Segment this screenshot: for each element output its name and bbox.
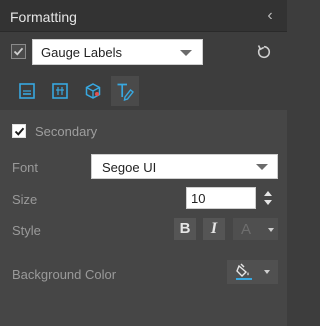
spin-down-icon[interactable] (264, 200, 272, 205)
chevron-down-icon (264, 270, 270, 274)
panel-header: Formatting ‹ (0, 0, 287, 32)
secondary-checkbox[interactable] (12, 124, 26, 138)
check-icon (14, 127, 25, 136)
chevron-left-icon[interactable]: ‹ (262, 7, 278, 25)
font-color-button[interactable]: A (233, 218, 278, 240)
italic-button[interactable]: I (203, 218, 225, 240)
font-select[interactable]: Segoe UI (91, 154, 278, 179)
chevron-down-icon (256, 164, 268, 170)
size-stepper[interactable] (260, 187, 278, 209)
label-center-icon (52, 83, 68, 99)
tab-label-bottom[interactable] (13, 76, 41, 106)
paint-bucket-icon (236, 263, 252, 280)
reset-icon[interactable] (256, 44, 272, 60)
chevron-down-icon (268, 228, 274, 232)
font-label: Font (12, 160, 39, 175)
tab-text-style[interactable] (111, 76, 139, 106)
element-select[interactable]: Gauge Labels (32, 39, 203, 65)
text-settings-panel: Secondary Font Segoe UI Size Style B I A… (0, 110, 287, 326)
cube-icon (85, 83, 101, 99)
secondary-label: Secondary (35, 124, 98, 139)
label-bottom-icon (19, 83, 35, 99)
check-icon (13, 47, 24, 56)
size-label: Size (12, 192, 38, 207)
style-label: Style (12, 223, 41, 238)
enable-checkbox[interactable] (11, 44, 26, 59)
formatting-tabs (0, 72, 287, 110)
spin-up-icon[interactable] (264, 191, 272, 196)
background-color-button[interactable] (227, 260, 278, 284)
font-color-letter: A (241, 221, 252, 238)
panel-title: Formatting (10, 9, 77, 25)
background-color-label: Background Color (12, 267, 117, 282)
size-input[interactable] (186, 187, 256, 209)
text-style-icon (117, 83, 134, 102)
bold-button[interactable]: B (174, 218, 196, 240)
element-row: Gauge Labels (0, 32, 287, 72)
tab-label-center[interactable] (46, 76, 74, 106)
tab-3d[interactable] (79, 76, 107, 106)
element-select-value: Gauge Labels (41, 45, 122, 60)
font-select-value: Segoe UI (102, 160, 157, 175)
chevron-down-icon (180, 50, 192, 56)
